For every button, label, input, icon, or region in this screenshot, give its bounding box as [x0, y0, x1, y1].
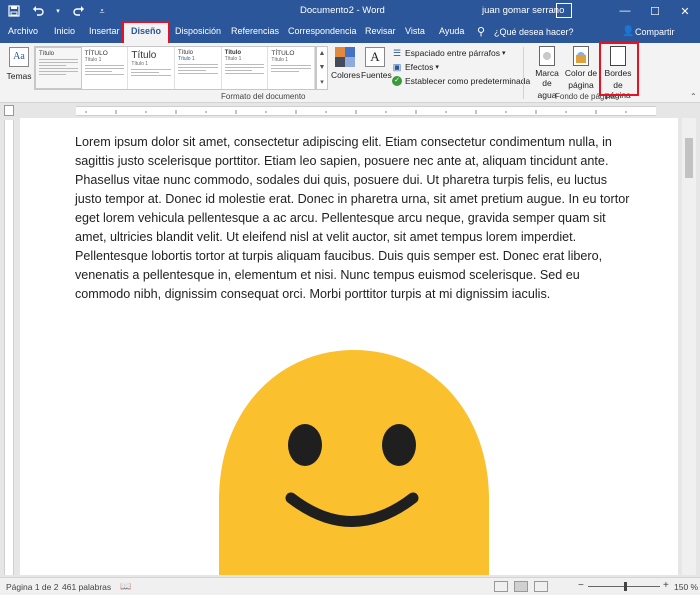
effects-button[interactable]: ▣ Efectos ▾	[392, 60, 530, 73]
watermark-icon	[539, 46, 555, 66]
paragraph-spacing-icon: ☰	[392, 47, 402, 58]
more-icon[interactable]: ▾	[320, 78, 324, 86]
tab-selector[interactable]	[4, 105, 14, 116]
zoom-in-button[interactable]: +	[663, 580, 669, 591]
themes-label: Temas	[6, 71, 32, 81]
colors-button[interactable]: Colores	[331, 47, 361, 80]
document-format-group-label: Formato del documento	[221, 92, 306, 101]
scrollbar-thumb[interactable]	[685, 138, 693, 178]
style-set-title: Título	[131, 50, 157, 61]
tab-correspondencia[interactable]: Correspondencia	[288, 26, 357, 36]
style-set-subtitle: Título 1	[224, 56, 242, 62]
set-as-default-button[interactable]: ✓ Establecer como predeterminada	[392, 74, 530, 87]
horizontal-ruler[interactable]	[0, 104, 700, 118]
style-set-item[interactable]: TÍTULO Título 1	[268, 47, 316, 89]
collapse-ribbon-icon[interactable]: ⌃	[690, 92, 697, 101]
watermark-label: Marca de	[535, 68, 559, 88]
ribbon-display-options-button[interactable]	[556, 3, 572, 18]
lightbulb-icon: ⚲	[477, 26, 486, 38]
quick-access-toolbar: ▾ ⩡	[6, 3, 110, 19]
style-set-subtitle: Título 1	[84, 57, 102, 63]
zoom-slider-thumb[interactable]	[624, 582, 627, 591]
tab-vista[interactable]: Vista	[405, 26, 425, 36]
style-set-title: TÍTULO	[84, 50, 108, 57]
paragraph-spacing-label: Espaciado entre párrafos	[405, 47, 500, 58]
proofing-icon[interactable]: 📖	[120, 581, 131, 592]
undo-icon[interactable]	[30, 3, 46, 19]
style-set-item[interactable]: Título Título 1	[222, 47, 269, 89]
zoom-level[interactable]: 150 %	[674, 582, 698, 592]
tab-referencias[interactable]: Referencias	[231, 26, 279, 36]
effects-icon: ▣	[392, 61, 402, 72]
themes-button[interactable]: Aa Temas	[6, 47, 32, 81]
web-layout-icon[interactable]	[534, 581, 548, 592]
ruler-ticks	[85, 110, 627, 114]
user-name[interactable]: juan gomar serrano	[482, 5, 564, 16]
page-color-button[interactable]: Color de página	[564, 46, 598, 90]
page-color-label: Color de	[564, 68, 598, 78]
customize-toolbar-icon[interactable]: ⩡	[94, 3, 110, 19]
fonts-icon: A	[365, 47, 385, 67]
window-title: Documento2 - Word	[300, 5, 385, 16]
style-set-subtitle: Título 1	[271, 57, 289, 63]
effects-label: Efectos	[405, 61, 434, 72]
minimize-button[interactable]: —	[610, 0, 640, 22]
window-controls: — ☐ ✕	[610, 0, 700, 22]
style-set-gallery: Título TÍTULO Título 1 Título Título 1 T…	[34, 46, 316, 90]
page-color-label-2: página	[568, 80, 594, 90]
share-button[interactable]: Compartir	[635, 27, 675, 37]
ribbon-design: Aa Temas Título TÍTULO Título 1 Título T…	[0, 43, 700, 103]
print-layout-icon[interactable]	[514, 581, 528, 592]
save-icon[interactable]	[6, 3, 22, 19]
maximize-button[interactable]: ☐	[640, 0, 670, 22]
tab-insertar[interactable]: Insertar	[89, 26, 120, 36]
chevron-down-icon[interactable]: ▾	[54, 3, 62, 19]
gallery-scroll[interactable]: ▲ ▼ ▾	[316, 46, 328, 90]
page-borders-highlight	[599, 42, 639, 96]
page-count[interactable]: Página 1 de 2	[6, 582, 58, 592]
close-button[interactable]: ✕	[670, 0, 700, 22]
document-page[interactable]: Lorem ipsum dolor sit amet, consectetur …	[20, 118, 678, 575]
set-as-default-label: Establecer como predeterminada	[405, 75, 531, 86]
themes-icon: Aa	[9, 47, 29, 67]
style-set-subtitle: Título 1	[131, 61, 149, 67]
vertical-ruler[interactable]	[4, 120, 14, 575]
fonts-label: Fuentes	[361, 70, 392, 80]
paragraph-spacing-button[interactable]: ☰ Espaciado entre párrafos ▾	[392, 46, 530, 59]
read-mode-icon[interactable]	[494, 581, 508, 592]
fonts-button[interactable]: A Fuentes	[361, 47, 392, 80]
style-set-item[interactable]: TÍTULO Título 1	[82, 47, 129, 89]
tab-diseno[interactable]: Diseño	[121, 21, 171, 45]
style-set-subtitle: Título 1	[178, 56, 195, 62]
colors-icon	[335, 47, 355, 67]
tab-inicio[interactable]: Inicio	[54, 26, 75, 36]
status-bar: Página 1 de 2 461 palabras 📖 − + 150 %	[0, 577, 700, 595]
style-set-item[interactable]: Título Título 1	[175, 47, 222, 89]
tab-ayuda[interactable]: Ayuda	[439, 26, 464, 36]
vertical-scrollbar[interactable]	[682, 118, 696, 575]
design-commands: ☰ Espaciado entre párrafos ▾ ▣ Efectos ▾…	[392, 46, 530, 88]
tab-disposicion[interactable]: Disposición	[175, 26, 221, 36]
style-set-item[interactable]: Título Título 1	[128, 47, 176, 89]
style-set-item[interactable]: Título	[35, 47, 82, 89]
ribbon-tabs: Archivo Inicio Insertar Diseño Disposici…	[0, 21, 700, 45]
word-count[interactable]: 461 palabras	[62, 582, 111, 592]
chevron-up-icon[interactable]: ▲	[319, 50, 326, 57]
style-set-title: TÍTULO	[271, 50, 295, 57]
group-separator	[523, 47, 524, 99]
body-paragraph[interactable]: Lorem ipsum dolor sit amet, consectetur …	[75, 133, 631, 304]
checkmark-icon: ✓	[392, 75, 402, 86]
tell-me-search[interactable]: ¿Qué desea hacer?	[494, 27, 574, 37]
title-bar: ▾ ⩡ Documento2 - Word juan gomar serrano…	[0, 0, 700, 22]
chevron-down-icon[interactable]: ▼	[319, 64, 326, 71]
smiley-face-image[interactable]	[219, 350, 489, 575]
share-icon: 👤	[622, 26, 635, 37]
zoom-out-button[interactable]: −	[578, 580, 584, 591]
tab-revisar[interactable]: Revisar	[365, 26, 396, 36]
page-color-icon	[573, 46, 589, 66]
tab-archivo[interactable]: Archivo	[8, 26, 38, 36]
colors-label: Colores	[331, 70, 361, 80]
redo-icon[interactable]	[70, 3, 86, 19]
style-set-title: Título	[39, 51, 55, 57]
